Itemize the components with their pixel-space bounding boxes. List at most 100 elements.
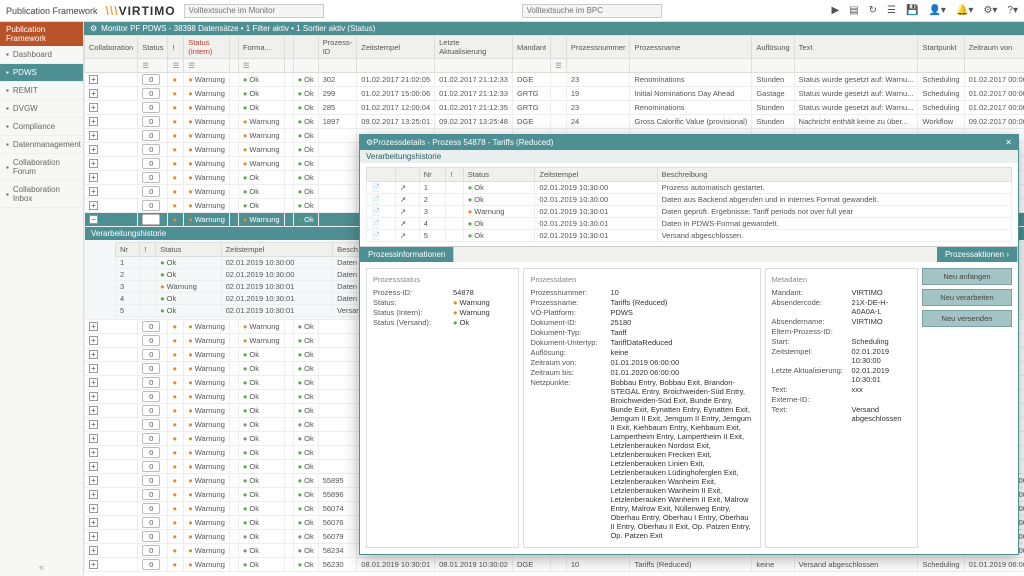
- sub-col[interactable]: Status: [156, 243, 221, 257]
- expand-icon[interactable]: +: [89, 75, 98, 84]
- sidebar-item-dashboard[interactable]: ▪Dashboard: [0, 46, 83, 64]
- doc-icon[interactable]: 📄: [367, 230, 396, 242]
- sub-col[interactable]: Zeitstempel: [221, 243, 333, 257]
- column-header[interactable]: Auflösung: [752, 36, 794, 59]
- column-header[interactable]: Startpunkt: [918, 36, 964, 59]
- sub-row[interactable]: 5Ok02.01.2019 10:30:01Versand...: [116, 305, 395, 317]
- out-icon[interactable]: ↗: [395, 182, 419, 194]
- column-filter[interactable]: ☰: [238, 59, 284, 73]
- column-header[interactable]: !: [168, 36, 184, 59]
- column-filter[interactable]: [293, 59, 318, 73]
- column-filter[interactable]: [752, 59, 794, 73]
- sub-row[interactable]: 2Ok02.01.2019 10:30:00Daten a...: [116, 269, 395, 281]
- table-row[interactable]: + 0 ● Warnung Warnung Ok 1897 09.02.2017…: [85, 115, 1024, 129]
- column-filter[interactable]: [357, 59, 435, 73]
- sidebar-item-dvgw[interactable]: ▪DVGW: [0, 100, 83, 118]
- sidebar-item-collaboration-forum[interactable]: ▪Collaboration Forum: [0, 154, 83, 181]
- sub-col[interactable]: !: [140, 243, 156, 257]
- expand-icon[interactable]: +: [89, 378, 98, 387]
- expand-icon[interactable]: +: [89, 504, 98, 513]
- tab-prozessaktionen[interactable]: Prozessaktionen ›: [937, 247, 1018, 262]
- column-filter[interactable]: [630, 59, 752, 73]
- collab-badge[interactable]: 0: [142, 559, 160, 570]
- sub-col[interactable]: Nr: [116, 243, 140, 257]
- expand-icon[interactable]: +: [89, 420, 98, 429]
- doc-icon[interactable]: 📄: [367, 218, 396, 230]
- column-filter[interactable]: [284, 59, 293, 73]
- collab-badge[interactable]: 0: [142, 377, 160, 388]
- dlg-row[interactable]: 📄↗4Ok02.01.2019 10:30:01Daten in PDWS-Fo…: [367, 218, 1012, 230]
- sidebar-item-compliance[interactable]: ▪Compliance: [0, 118, 83, 136]
- play-icon[interactable]: ▶: [831, 5, 839, 16]
- expand-icon[interactable]: +: [89, 364, 98, 373]
- collab-badge[interactable]: 0: [142, 88, 160, 99]
- column-header[interactable]: Zeitraum von: [964, 36, 1024, 59]
- search-input[interactable]: [184, 4, 324, 18]
- collab-badge[interactable]: 0: [142, 102, 160, 113]
- filter-icon[interactable]: ☰: [172, 61, 179, 70]
- collab-badge[interactable]: 0: [142, 531, 160, 542]
- collab-badge[interactable]: 0: [142, 503, 160, 514]
- column-filter[interactable]: [318, 59, 357, 73]
- collab-badge[interactable]: 0: [142, 391, 160, 402]
- collab-badge[interactable]: 0: [142, 144, 160, 155]
- column-header[interactable]: Status: [138, 36, 168, 59]
- column-filter[interactable]: [435, 59, 513, 73]
- column-filter[interactable]: ☰: [138, 59, 168, 73]
- expand-icon[interactable]: +: [89, 336, 98, 345]
- dlg-col[interactable]: Beschreibung: [657, 168, 1011, 182]
- filter-icon[interactable]: ☰: [887, 5, 896, 16]
- action-neu-versenden[interactable]: Neu versenden: [922, 310, 1012, 327]
- collab-badge[interactable]: 0: [142, 349, 160, 360]
- expand-icon[interactable]: +: [89, 490, 98, 499]
- column-header[interactable]: Forma...: [238, 36, 284, 59]
- collapse-icon[interactable]: −: [89, 215, 98, 224]
- column-filter[interactable]: [566, 59, 630, 73]
- column-header[interactable]: [284, 36, 293, 59]
- filter-icon[interactable]: ☰: [243, 61, 250, 70]
- expand-icon[interactable]: +: [89, 532, 98, 541]
- dlg-row[interactable]: 📄↗2Ok02.01.2019 10:30:00Daten aus Backen…: [367, 194, 1012, 206]
- expand-icon[interactable]: +: [89, 117, 98, 126]
- collab-badge[interactable]: 0: [142, 363, 160, 374]
- sidebar-item-pdws[interactable]: ▪PDWS: [0, 64, 83, 82]
- expand-icon[interactable]: +: [89, 187, 98, 196]
- collab-badge[interactable]: 0: [142, 405, 160, 416]
- close-icon[interactable]: ✕: [1005, 138, 1012, 147]
- column-filter[interactable]: ☰: [184, 59, 230, 73]
- collab-badge[interactable]: 0: [142, 186, 160, 197]
- column-filter[interactable]: [918, 59, 964, 73]
- collab-badge[interactable]: 0: [142, 447, 160, 458]
- collab-badge[interactable]: 0: [142, 545, 160, 556]
- column-header[interactable]: Text: [794, 36, 918, 59]
- dlg-col[interactable]: Status: [463, 168, 535, 182]
- expand-icon[interactable]: +: [89, 145, 98, 154]
- filter-icon[interactable]: ☰: [188, 61, 195, 70]
- sub-row[interactable]: 1Ok02.01.2019 10:30:00Daten a...: [116, 257, 395, 269]
- column-filter[interactable]: ☰: [551, 59, 567, 73]
- save-icon[interactable]: 💾: [906, 5, 918, 16]
- dlg-col[interactable]: Zeitstempel: [535, 168, 657, 182]
- tab-prozessinformationen[interactable]: Prozessinformationen: [360, 247, 454, 262]
- column-header[interactable]: [293, 36, 318, 59]
- collapse-icon[interactable]: «: [0, 558, 83, 576]
- collab-badge[interactable]: 0: [142, 433, 160, 444]
- expand-icon[interactable]: +: [89, 159, 98, 168]
- expand-icon[interactable]: +: [89, 350, 98, 359]
- sidebar-item-datenmanagement[interactable]: ▪Datenmanagement: [0, 136, 83, 154]
- expand-icon[interactable]: +: [89, 434, 98, 443]
- column-header[interactable]: [551, 36, 567, 59]
- action-neu-verarbeiten[interactable]: Neu verarbeiten: [922, 289, 1012, 306]
- column-filter[interactable]: ☰: [168, 59, 184, 73]
- column-filter[interactable]: [85, 59, 138, 73]
- collab-badge[interactable]: 0: [142, 321, 160, 332]
- column-header[interactable]: Mandant: [512, 36, 550, 59]
- user-icon[interactable]: 👤▾: [928, 5, 945, 16]
- collab-badge[interactable]: 0: [142, 130, 160, 141]
- bell-icon[interactable]: 🔔▾: [956, 5, 973, 16]
- dlg-col[interactable]: !: [446, 168, 463, 182]
- column-filter[interactable]: [512, 59, 550, 73]
- column-header[interactable]: [229, 36, 238, 59]
- expand-icon[interactable]: +: [89, 392, 98, 401]
- dlg-row[interactable]: 📄↗5Ok02.01.2019 10:30:01Versand abgeschl…: [367, 230, 1012, 242]
